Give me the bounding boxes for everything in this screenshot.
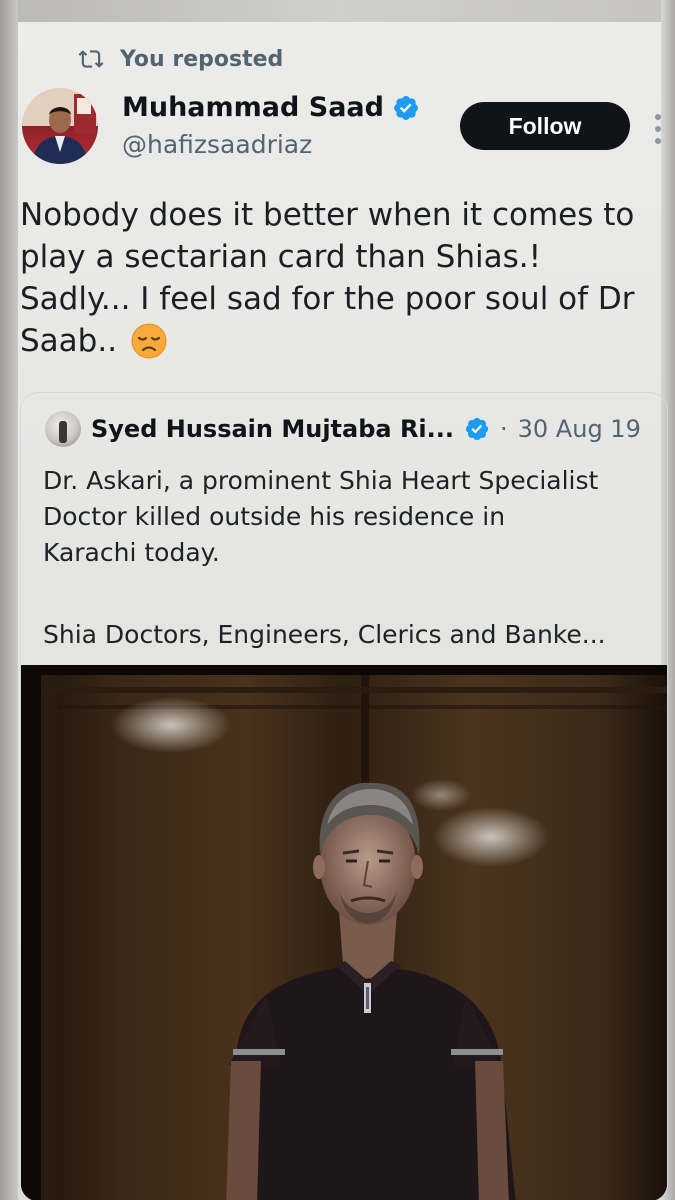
quoted-date[interactable]: 30 Aug 19 (518, 415, 641, 443)
top-bezel (0, 0, 675, 22)
quoted-media-photo[interactable] (21, 665, 667, 1200)
author-avatar[interactable] (22, 88, 98, 164)
quoted-author-avatar[interactable] (45, 411, 81, 447)
tweet-text: Nobody does it better when it comes to p… (20, 197, 635, 359)
tweet-body: Nobody does it better when it comes to p… (20, 194, 660, 362)
photo-image (21, 665, 667, 1200)
verified-badge-icon (394, 95, 418, 120)
quoted-separator: · (500, 415, 508, 443)
author-name[interactable]: Muhammad Saad (122, 92, 384, 123)
avatar-photo (22, 88, 98, 164)
repost-icon (78, 50, 104, 68)
quoted-tweet[interactable]: Syed Hussain Mujtaba Ri... · 30 Aug 19 D… (20, 392, 668, 1200)
author-handle[interactable]: @hafizsaadriaz (122, 130, 312, 159)
screen: You reposted Muhammad Saad @hafizsaadria… (0, 0, 675, 1200)
disappointed-face-icon (131, 323, 167, 359)
quoted-tweet-header: Syed Hussain Mujtaba Ri... · 30 Aug 19 (45, 411, 641, 447)
repost-indicator: You reposted (78, 42, 283, 76)
more-options-icon[interactable] (652, 112, 664, 146)
follow-button[interactable]: Follow (460, 102, 630, 150)
quoted-text: Dr. Askari, a prominent Shia Heart Speci… (43, 466, 599, 567)
verified-badge-icon (465, 417, 489, 441)
repost-label: You reposted (120, 46, 284, 72)
quoted-author-name[interactable]: Syed Hussain Mujtaba Ri... (91, 415, 454, 443)
left-bezel (0, 0, 18, 1200)
author-name-row: Muhammad Saad (122, 92, 420, 123)
quoted-text-truncated: Shia Doctors, Engineers, Clerics and Ban… (43, 620, 606, 649)
